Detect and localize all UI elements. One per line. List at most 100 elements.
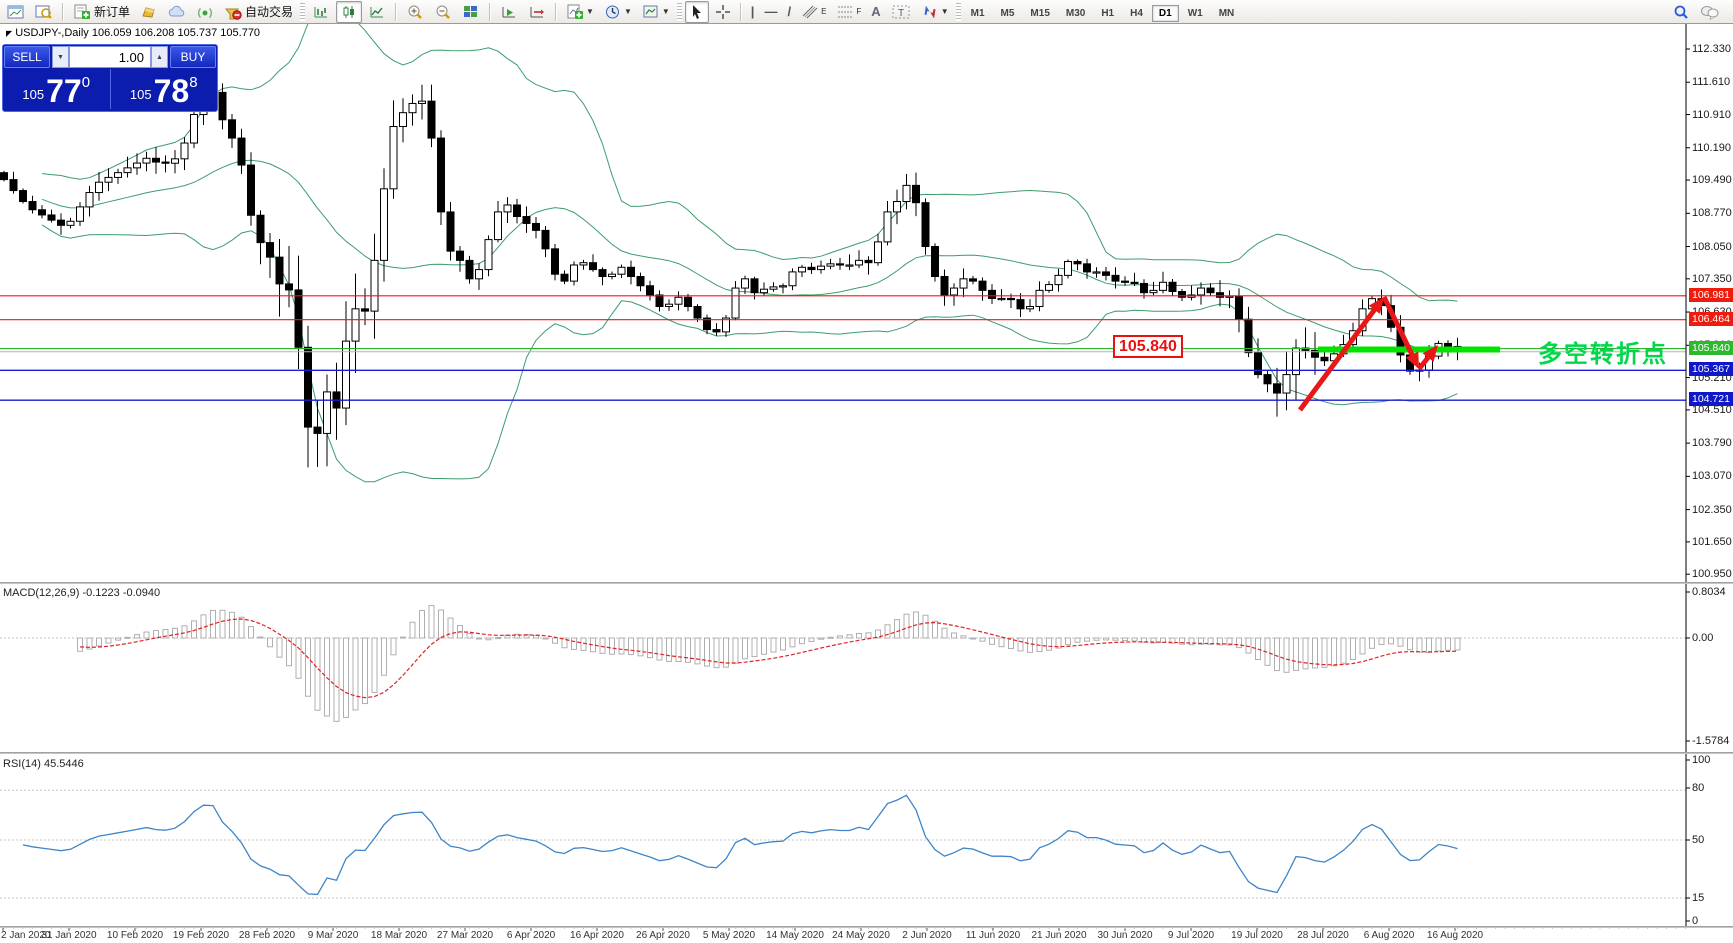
signals-button[interactable] [192,1,218,23]
text-letter: A [871,4,881,19]
trendline-tool[interactable]: / [783,1,795,23]
toolbar-drag-handle[interactable] [676,2,682,21]
chart-shift-button[interactable] [524,1,550,23]
macd-pane[interactable] [0,605,1686,722]
macd-histogram-bar [1340,637,1347,664]
date-label[interactable]: 31 Jan 2020 [41,930,96,941]
date-label[interactable]: 10 Feb 2020 [107,930,163,941]
periods-button[interactable]: ▼ [600,1,636,23]
new-chart-button[interactable] [3,1,29,23]
tile-windows-button[interactable] [458,1,484,23]
templates-button[interactable]: ▼ [638,1,674,23]
date-label[interactable]: 18 Mar 2020 [371,930,427,941]
chart-canvas[interactable] [0,0,1733,943]
date-label[interactable]: 21 Jun 2020 [1031,930,1086,941]
buy-button[interactable]: BUY [170,46,216,68]
date-label[interactable]: 5 May 2020 [703,930,755,941]
candle-down [1111,274,1120,282]
indicators-button[interactable]: ▼ [562,1,598,23]
horizontal-line-tool[interactable]: — [760,1,781,23]
date-label[interactable]: 11 Jun 2020 [966,930,1020,941]
date-label[interactable]: 9 Jul 2020 [1168,930,1214,941]
text-tool[interactable]: A [867,1,884,23]
timeframe-h4[interactable]: H4 [1123,5,1150,22]
candle-down [218,91,227,121]
date-label[interactable]: 9 Mar 2020 [308,930,359,941]
date-label[interactable]: 16 Apr 2020 [570,930,624,941]
sell-price[interactable]: 105 77 0 [3,69,111,109]
line-chart-button[interactable] [364,1,390,23]
auto-scroll-button[interactable] [496,1,522,23]
macd-histogram-bar [1407,637,1413,651]
buy-price[interactable]: 105 78 8 [111,69,218,109]
date-label[interactable]: 28 Feb 2020 [239,930,295,941]
pane-separator[interactable] [0,752,1733,754]
chart-corner-icon[interactable]: ◤ [6,29,12,38]
candle-down [1444,342,1452,347]
candle-up [665,303,673,308]
vertical-line-tool[interactable]: | [747,1,759,23]
timeframe-m1[interactable]: M1 [964,5,992,22]
date-label[interactable]: 28 Jul 2020 [1297,930,1349,941]
candlestick-chart-button[interactable] [336,0,363,23]
date-label[interactable]: 19 Jul 2020 [1231,930,1283,941]
timeframe-w1[interactable]: W1 [1181,5,1210,22]
search-icon[interactable] [1668,1,1694,23]
candle-down [275,256,284,285]
candle-down [0,172,8,181]
price-annotation-box[interactable]: 105.840 [1113,335,1183,358]
date-label[interactable]: 6 Apr 2020 [507,930,555,941]
timeframe-m15[interactable]: M15 [1023,5,1056,22]
text-label-tool[interactable]: T [887,1,915,23]
buy-price-small: 105 [129,87,152,102]
volume-decrease-button[interactable]: ▼ [52,46,69,68]
date-label[interactable]: 24 May 2020 [832,930,890,941]
rsi-pane[interactable] [0,789,1686,899]
toolbar-drag-handle[interactable] [955,2,961,21]
pane-separator[interactable] [0,926,1733,928]
pane-separator[interactable] [0,582,1733,584]
new-order-button[interactable]: 新订单 [69,1,134,23]
date-label[interactable]: 26 Apr 2020 [636,930,690,941]
date-label[interactable]: 14 May 2020 [766,930,824,941]
candle-down [978,280,987,291]
macd-histogram-bar [219,609,226,639]
macd-histogram-bar [115,637,121,641]
macd-histogram-bar [552,637,558,644]
candle-down [247,164,255,216]
sell-button[interactable]: SELL [4,46,50,68]
timeframe-h1[interactable]: H1 [1094,5,1121,22]
candle-up [475,269,483,280]
bollinger-band-line [41,224,1458,483]
market-button[interactable] [136,1,162,23]
date-label[interactable]: 16 Aug 2020 [1427,930,1483,941]
volume-input[interactable]: 1.00 [69,46,151,68]
bar-chart-button[interactable] [308,1,334,23]
autotrading-button[interactable]: 自动交易 [220,1,297,23]
date-label[interactable]: 2 Jun 2020 [902,930,952,941]
timeframe-m5[interactable]: M5 [994,5,1022,22]
turning-point-note[interactable]: 多空转折点 [1538,334,1668,369]
zoom-out-button[interactable] [430,1,456,23]
profiles-button[interactable] [31,1,57,23]
community-chat-icon[interactable] [1696,1,1724,23]
date-label[interactable]: 6 Aug 2020 [1364,930,1415,941]
main-pane[interactable] [0,5,1686,483]
toolbar-drag-handle[interactable] [300,2,306,21]
channel-tool[interactable]: E [797,1,830,23]
volume-increase-button[interactable]: ▲ [151,46,168,68]
timeframe-mn[interactable]: MN [1212,5,1242,22]
zoom-in-button[interactable] [402,1,428,23]
crosshair-tool-button[interactable] [711,1,735,23]
timeframe-d1[interactable]: D1 [1151,4,1179,22]
macd-histogram-bar [172,627,178,639]
fibonacci-tool[interactable]: F [832,1,865,23]
timeframe-m30[interactable]: M30 [1059,5,1092,22]
date-label[interactable]: 30 Jun 2020 [1097,930,1152,941]
candle-up [1282,374,1291,394]
date-label[interactable]: 19 Feb 2020 [173,930,229,941]
arrows-tool[interactable]: ▼ [917,1,953,23]
date-label[interactable]: 27 Mar 2020 [437,930,493,941]
cursor-tool-button[interactable] [684,0,709,23]
cloud-button[interactable] [164,1,190,23]
